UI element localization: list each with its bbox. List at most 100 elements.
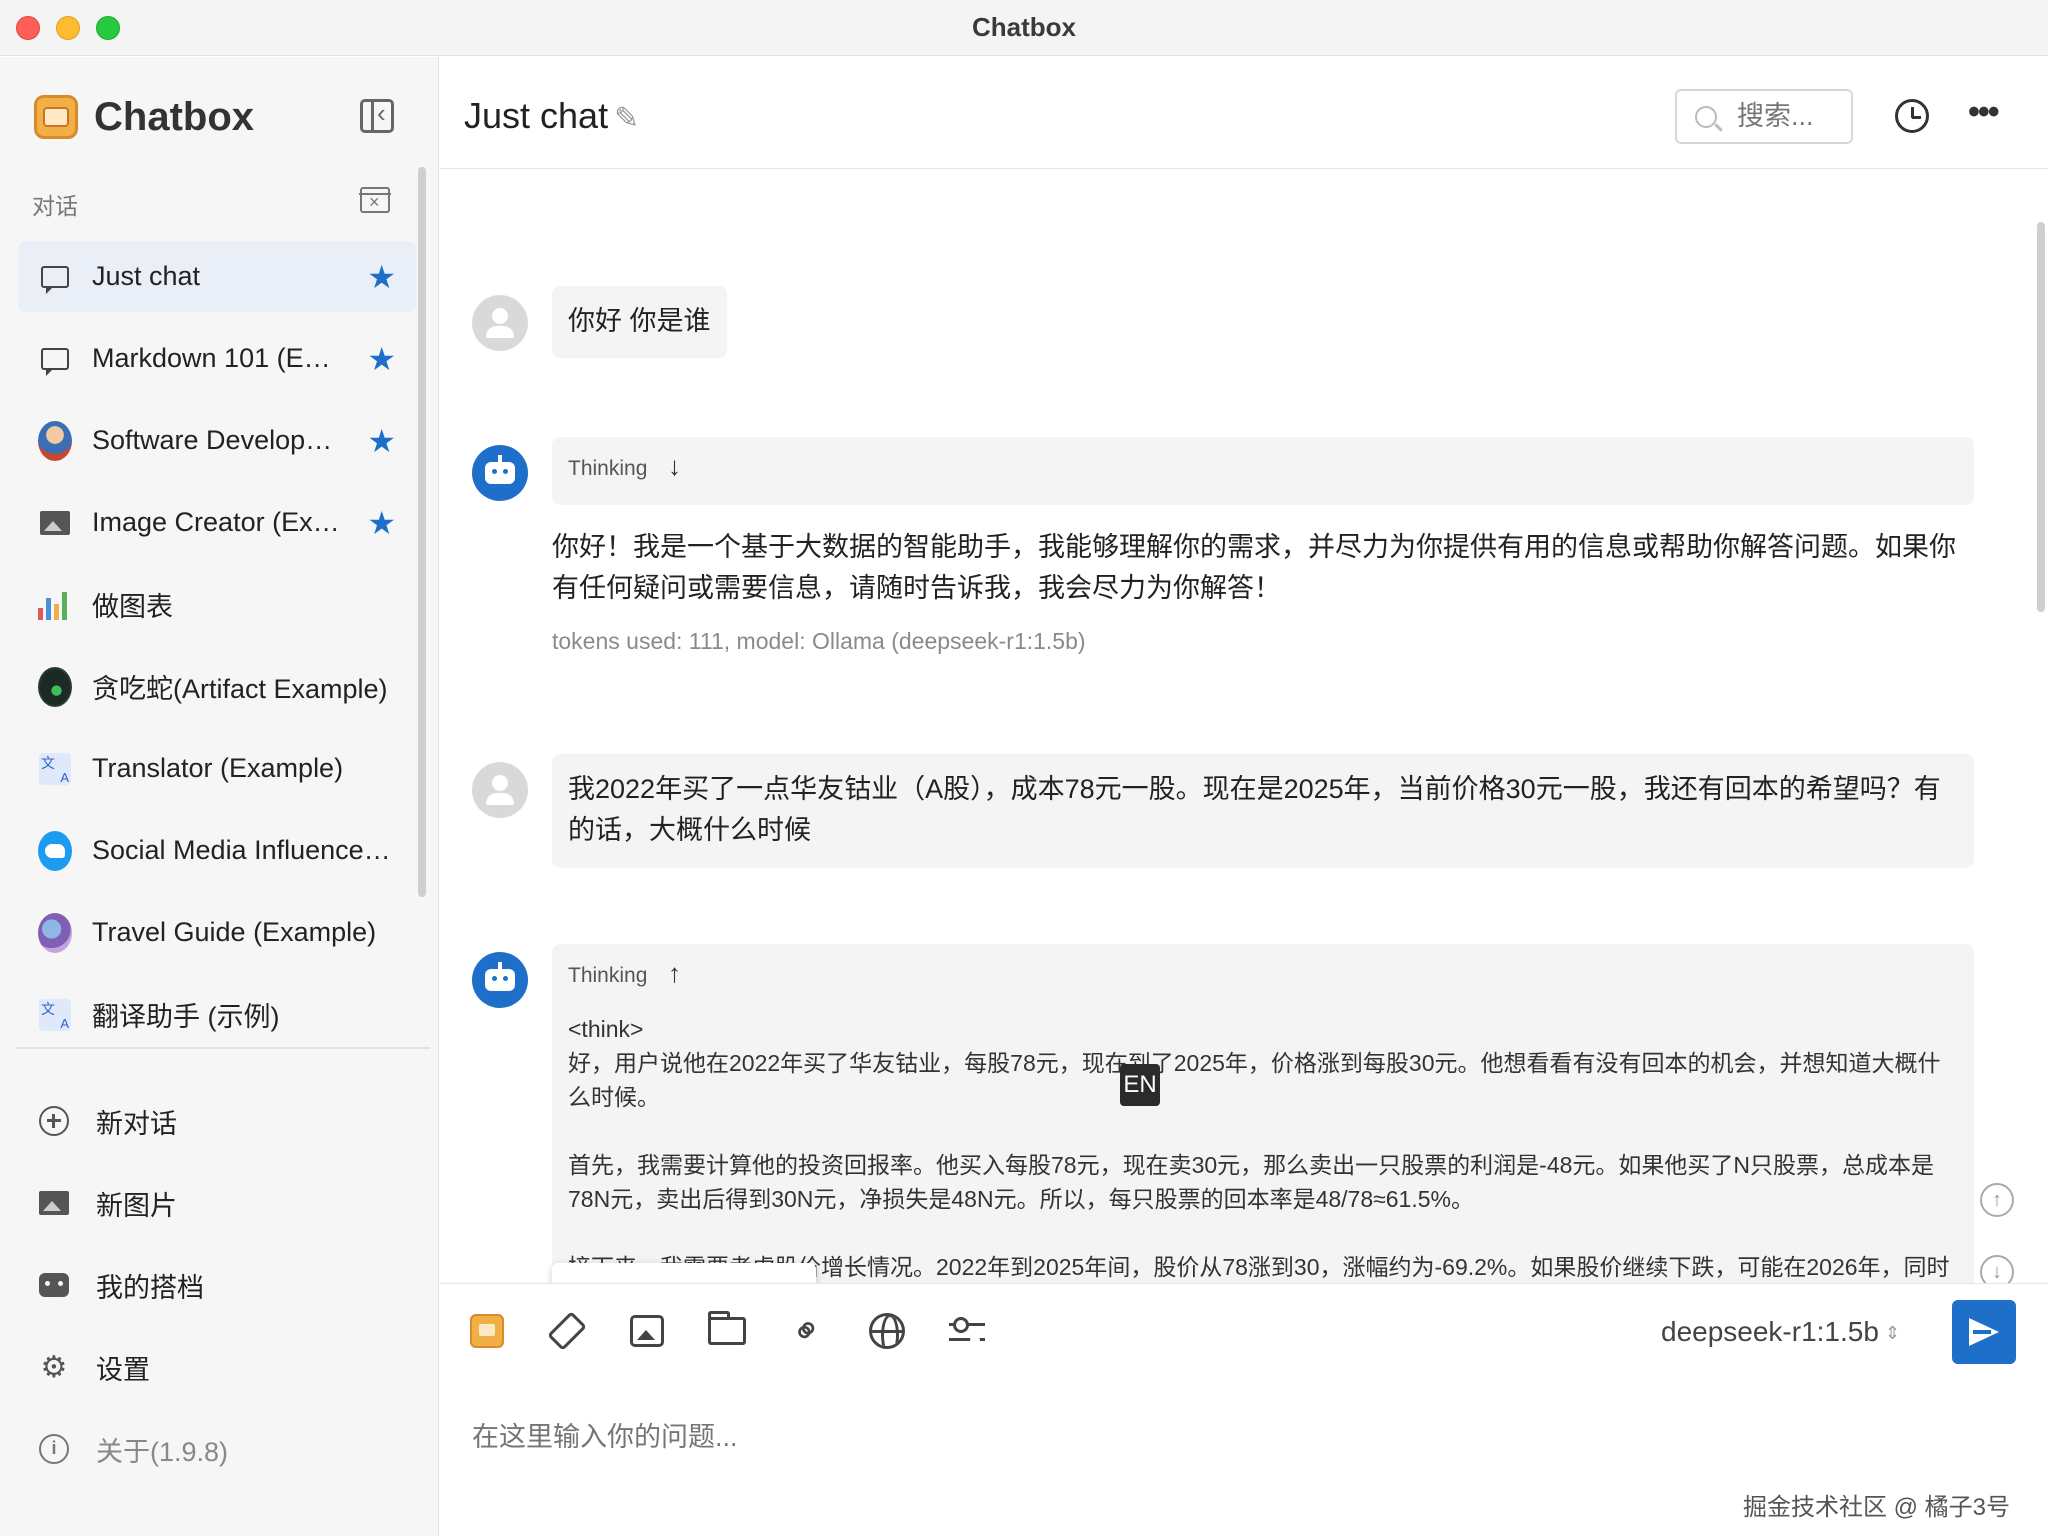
conversation-label: Software Developer (Example): [92, 425, 342, 455]
menu-label: 关于(1.9.8): [96, 1436, 229, 1467]
collapse-sidebar-icon[interactable]: [360, 98, 394, 133]
settings-sliders-button[interactable]: [946, 1310, 988, 1352]
chat-bubble-icon: [38, 260, 72, 294]
menu-label: 新对话: [96, 1108, 177, 1139]
user-avatar: [472, 295, 528, 351]
model-name: deepseek-r1:1.5b: [1661, 1316, 1879, 1347]
clear-context-button[interactable]: [546, 1310, 588, 1352]
brand: Chatbox: [34, 93, 254, 141]
chat-title: Just chat: [464, 95, 609, 136]
robot-icon: [38, 1269, 70, 1301]
translate-icon: [38, 998, 72, 1032]
developer-avatar-icon: [38, 420, 72, 461]
user-message: 我2022年买了一点华友钴业（A股），成本78元一股。现在是2025年，当前价格…: [552, 754, 1974, 868]
star-icon[interactable]: ★: [367, 261, 396, 293]
web-search-button[interactable]: [866, 1310, 908, 1352]
sidebar-divider: [16, 1047, 430, 1049]
eraser-icon: [547, 1311, 587, 1351]
thinking-content: <think> 好，用户说他在2022年买了华友钴业，每股78元，现在到了202…: [568, 1016, 1950, 1280]
user-avatar: [472, 762, 528, 818]
thinking-toggle[interactable]: Thinking ↓: [552, 437, 1974, 505]
star-icon[interactable]: ★: [367, 507, 396, 539]
assistant-message: 你好！我是一个基于大数据的智能助手，我能够理解你的需求，并尽力为你提供有用的信息…: [552, 532, 1956, 603]
user-message: 你好 你是谁: [552, 286, 727, 358]
star-icon[interactable]: ★: [367, 343, 396, 375]
send-icon: [1969, 1318, 1999, 1346]
model-selector[interactable]: deepseek-r1:1.5b ⇕: [1661, 1316, 1900, 1348]
conversation-item[interactable]: Travel Guide (Example): [18, 897, 416, 968]
conversation-label: Just chat: [92, 261, 201, 291]
about-button[interactable]: i 关于(1.9.8): [38, 1408, 418, 1490]
arrow-down-icon: ↓: [668, 451, 681, 481]
conversation-label: Social Media Influencer (Example): [92, 835, 392, 865]
twitter-icon: [38, 830, 72, 871]
search-box[interactable]: [1675, 89, 1853, 144]
conversation-item[interactable]: 翻译助手 (示例): [18, 979, 416, 1050]
window-title: Chatbox: [972, 12, 1076, 42]
assistant-avatar: [472, 952, 528, 1008]
my-copilots-button[interactable]: 我的搭档: [38, 1244, 418, 1326]
link-icon: ⚭: [781, 1305, 832, 1356]
ime-indicator: EN: [1120, 1064, 1160, 1106]
conversation-item[interactable]: Just chat ★: [18, 241, 416, 312]
conversation-item[interactable]: 贪吃蛇(Artifact Example): [18, 651, 416, 722]
title-bar: Chatbox: [0, 0, 2048, 56]
chat-scrollbar[interactable]: [2037, 222, 2045, 612]
thinking-label[interactable]: Thinking: [568, 964, 647, 988]
attach-image-button[interactable]: [626, 1310, 668, 1352]
menu-label: 新图片: [96, 1190, 177, 1221]
conversation-item[interactable]: Software Developer (Example) ★: [18, 405, 416, 476]
conversation-label: Image Creator (Example): [92, 507, 342, 537]
star-icon[interactable]: ★: [367, 425, 396, 457]
new-image-button[interactable]: 新图片: [38, 1162, 418, 1244]
thinking-panel: Thinking ↑ <think> 好，用户说他在2022年买了华友钴业，每股…: [552, 944, 1974, 1283]
chat-header: Just chat ✎ •••: [440, 57, 2048, 169]
translate-icon: [38, 752, 72, 786]
edit-title-icon[interactable]: ✎: [614, 101, 639, 136]
conversation-label: 贪吃蛇(Artifact Example): [92, 674, 388, 704]
arrow-up-icon[interactable]: ↑: [668, 958, 681, 989]
plus-circle-icon: [38, 1105, 70, 1137]
clear-conversations-icon[interactable]: [359, 187, 391, 213]
scroll-down-icon[interactable]: ↓: [1980, 1255, 2014, 1283]
conversation-label: Translator (Example): [92, 753, 344, 783]
assistant-avatar: [472, 445, 528, 501]
new-chat-button[interactable]: 新对话: [38, 1080, 418, 1162]
composer: ⚭ deepseek-r1:1.5b⇕ 掘金技术社区 @ 橘子3号: [440, 1283, 2048, 1536]
settings-button[interactable]: ⚙ 设置: [38, 1326, 418, 1408]
conversation-label: Markdown 101 (Example): [92, 343, 342, 373]
attach-link-button[interactable]: ⚭: [781, 1305, 831, 1355]
conversation-item[interactable]: Social Media Influencer (Example): [18, 815, 416, 886]
conversation-item[interactable]: Markdown 101 (Example) ★: [18, 323, 416, 394]
brand-name: Chatbox: [94, 94, 254, 139]
chatbox-logo-button[interactable]: [466, 1310, 508, 1352]
globe-icon: [869, 1313, 905, 1349]
message-input[interactable]: [472, 1422, 1872, 1453]
send-button[interactable]: [1952, 1300, 2016, 1364]
conversation-item[interactable]: 做图表: [18, 569, 416, 640]
attach-file-button[interactable]: [706, 1310, 748, 1352]
message-action-toolbar: ↻ ✎ ❐ ⋮: [552, 1263, 816, 1283]
search-icon: [1695, 105, 1717, 128]
info-icon: i: [38, 1433, 70, 1465]
conversation-item[interactable]: Image Creator (Example) ★: [18, 487, 416, 558]
sliders-icon: [949, 1316, 985, 1346]
history-icon[interactable]: [1895, 99, 1929, 133]
add-image-icon: [38, 1187, 70, 1219]
more-options-icon[interactable]: •••: [1968, 93, 2000, 132]
globe-avatar-icon: [38, 912, 72, 953]
search-input[interactable]: [1737, 101, 1847, 132]
sidebar-scrollbar[interactable]: [418, 167, 426, 897]
watermark: 掘金技术社区 @ 橘子3号: [1742, 1494, 2010, 1521]
sidebar: Chatbox 对话 Just chat ★ Markdown 101 (Exa…: [0, 57, 439, 1536]
chevron-updown-icon: ⇕: [1884, 1323, 1901, 1344]
conversation-label: 做图表: [92, 592, 173, 622]
message-meta: tokens used: 111, model: Ollama (deepsee…: [552, 628, 1086, 654]
chart-icon: [38, 588, 72, 622]
conversation-item[interactable]: Translator (Example): [18, 733, 416, 804]
conversation-label: 翻译助手 (示例): [92, 1002, 280, 1032]
sidebar-menu: 新对话 新图片 我的搭档 ⚙ 设置 i 关于(1.9.8): [38, 1080, 418, 1490]
scroll-up-icon[interactable]: ↑: [1980, 1183, 2014, 1217]
section-label: 对话: [32, 193, 78, 219]
menu-label: 设置: [96, 1354, 150, 1385]
